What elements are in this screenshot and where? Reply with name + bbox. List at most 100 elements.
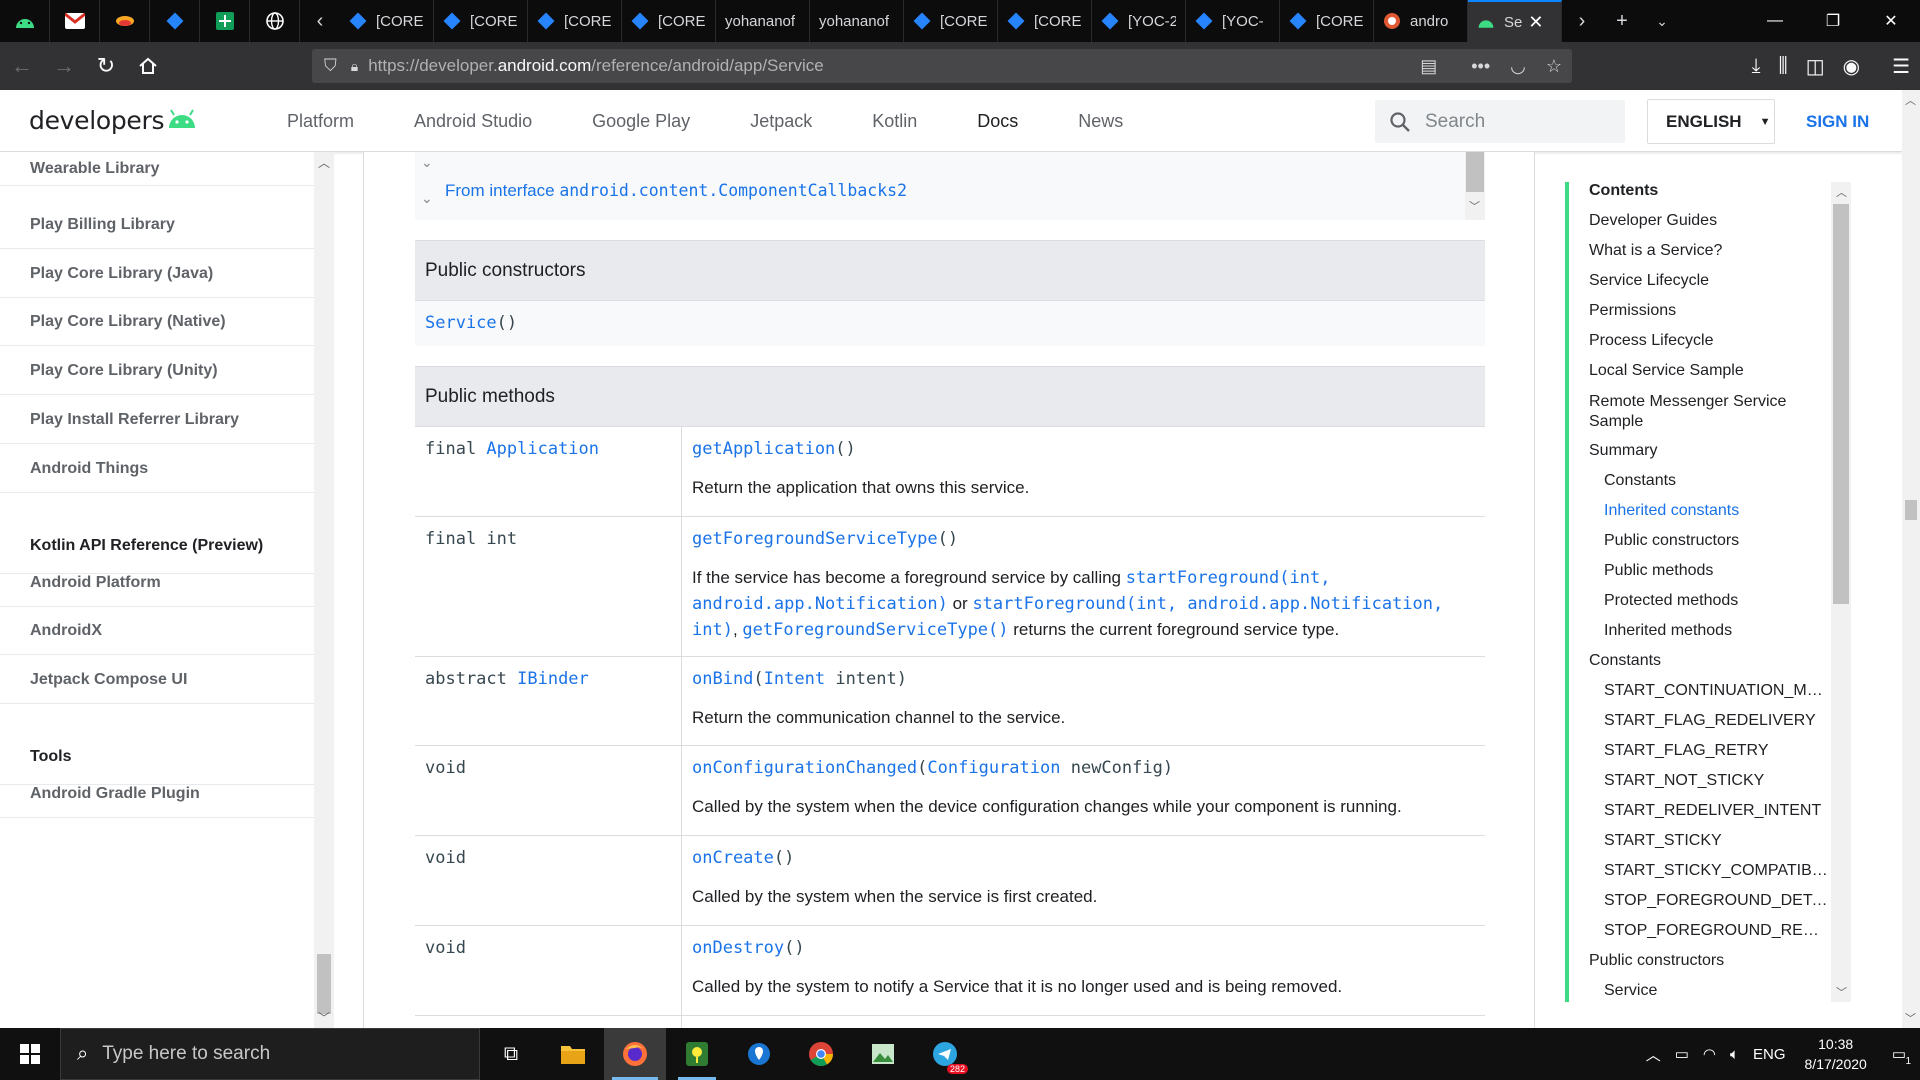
pinned-tab-web[interactable] xyxy=(250,0,300,42)
sidebar-item[interactable]: Play Install Referrer Library xyxy=(0,396,314,444)
sidebar-item[interactable]: Jetpack Compose UI xyxy=(0,656,314,704)
toc-item[interactable]: What is a Service? xyxy=(1589,242,1829,260)
toc-scrollbar[interactable]: ︿ ﹀ xyxy=(1831,182,1851,1002)
constructor-link[interactable]: Service xyxy=(425,313,497,333)
close-tab-icon[interactable]: ✕ xyxy=(1528,12,1543,33)
minimize-button[interactable]: — xyxy=(1746,0,1804,42)
toc-item[interactable]: STOP_FOREGROUND_DETA… xyxy=(1604,892,1829,910)
chevron-up-icon[interactable]: ︿ xyxy=(1646,1044,1661,1065)
sidebar-icon[interactable]: ◫ xyxy=(1806,54,1825,79)
reader-view-icon[interactable]: ▤ xyxy=(1420,56,1437,77)
scrollbar-thumb[interactable] xyxy=(1466,152,1484,192)
method-link[interactable]: getApplication xyxy=(692,439,835,459)
toc-item[interactable]: Public constructors xyxy=(1589,952,1829,970)
site-nav-google-play[interactable]: Google Play xyxy=(592,111,690,132)
type-link[interactable]: Application xyxy=(486,439,599,459)
toc-item[interactable]: Service Lifecycle xyxy=(1589,272,1829,290)
pinned-tab-app[interactable] xyxy=(100,0,150,42)
sign-in-button[interactable]: SIGN IN xyxy=(1806,112,1869,132)
taskbar-app-maps[interactable] xyxy=(666,1028,728,1080)
site-nav-kotlin[interactable]: Kotlin xyxy=(872,111,917,132)
method-link[interactable]: onConfigurationChanged xyxy=(692,758,917,778)
list-all-tabs-button[interactable]: ⌄ xyxy=(1642,0,1682,42)
toc-item[interactable]: START_STICKY_COMPATIBI… xyxy=(1604,862,1829,880)
sidebar-item[interactable]: Android Things xyxy=(0,445,314,493)
back-button[interactable]: ← xyxy=(2,46,42,86)
pinned-tab-android[interactable] xyxy=(0,0,50,42)
method-link[interactable]: onDestroy xyxy=(692,938,784,958)
tab-9[interactable]: [YOC- xyxy=(1186,0,1280,42)
sidebar-item[interactable]: Android Gradle Plugin xyxy=(0,770,314,818)
scroll-up-icon[interactable]: ︿ xyxy=(318,154,330,171)
sidebar-item[interactable]: Play Billing Library xyxy=(0,201,314,249)
site-search-input[interactable]: Search xyxy=(1375,100,1625,143)
shield-icon[interactable]: ⛉ xyxy=(324,56,337,76)
scroll-tabs-left-button[interactable]: ‹ xyxy=(300,0,340,42)
tab-1[interactable]: [CORE xyxy=(434,0,528,42)
url-bar[interactable]: ⛉ 🔒︎ https://developer. android.com/refer… xyxy=(312,49,1572,83)
pinned-tab-jira[interactable] xyxy=(150,0,200,42)
download-icon[interactable]: ⤓ xyxy=(1752,55,1761,78)
battery-icon[interactable]: ▭ xyxy=(1675,1045,1689,1063)
method-link[interactable]: onBind xyxy=(692,669,753,689)
scroll-down-icon[interactable]: ﹀ xyxy=(1836,984,1847,1000)
taskbar-search-box[interactable]: ⌕ Type here to search xyxy=(60,1028,480,1080)
scroll-tabs-right-button[interactable]: › xyxy=(1562,0,1602,42)
taskbar-app-explorer[interactable] xyxy=(542,1028,604,1080)
type-link[interactable]: Configuration xyxy=(927,758,1060,778)
toc-item[interactable]: Service xyxy=(1604,982,1829,1000)
site-nav-platform[interactable]: Platform xyxy=(287,111,354,132)
taskbar-app-firefox[interactable] xyxy=(604,1028,666,1080)
site-logo-text[interactable]: developers xyxy=(29,106,165,135)
taskbar-app-location[interactable] xyxy=(728,1028,790,1080)
toc-item[interactable]: Public constructors xyxy=(1604,532,1829,550)
sidebar-item[interactable]: Android Platform xyxy=(0,559,314,607)
toc-item[interactable]: STOP_FOREGROUND_REMO… xyxy=(1604,922,1829,940)
scrollbar-thumb[interactable] xyxy=(317,954,331,1014)
account-icon[interactable]: ◉ xyxy=(1843,54,1860,79)
toc-item[interactable]: Local Service Sample xyxy=(1589,362,1829,380)
toc-item[interactable]: START_NOT_STICKY xyxy=(1604,772,1829,790)
toc-item[interactable]: Developer Guides xyxy=(1589,212,1829,230)
inherit-box-scrollbar[interactable]: ﹀ xyxy=(1465,152,1485,220)
taskbar-app-chrome[interactable] xyxy=(790,1028,852,1080)
type-link[interactable]: IBinder xyxy=(517,669,589,689)
toc-item[interactable]: START_STICKY xyxy=(1604,832,1829,850)
page-scrollbar[interactable]: ︿ ﹀ xyxy=(1902,90,1920,1028)
sidebar-scrollbar[interactable]: ︿ ﹀ xyxy=(314,152,334,1028)
chevron-down-icon[interactable]: ⌄ xyxy=(421,190,433,207)
sidebar-item[interactable]: AndroidX xyxy=(0,607,314,655)
forward-button[interactable]: → xyxy=(44,46,84,86)
android-logo-icon[interactable] xyxy=(166,109,198,129)
home-button[interactable] xyxy=(128,46,168,86)
scroll-down-icon[interactable]: ﹀ xyxy=(318,1009,330,1026)
scroll-down-icon[interactable]: ﹀ xyxy=(1469,198,1480,214)
toc-item[interactable]: Inherited methods xyxy=(1604,622,1829,640)
site-nav-jetpack[interactable]: Jetpack xyxy=(750,111,812,132)
scrollbar-thumb[interactable] xyxy=(1905,500,1917,520)
pinned-tab-gmail[interactable] xyxy=(50,0,100,42)
tab-4[interactable]: yohananof xyxy=(716,0,810,42)
more-actions-icon[interactable]: ••• xyxy=(1471,56,1490,77)
pocket-icon[interactable]: ◡ xyxy=(1510,56,1526,77)
scroll-up-icon[interactable]: ︿ xyxy=(1836,184,1847,200)
scroll-down-icon[interactable]: ﹀ xyxy=(1905,1010,1916,1026)
input-language[interactable]: ENG xyxy=(1753,1046,1786,1063)
toc-item[interactable]: Remote Messenger Service Sample xyxy=(1589,392,1829,432)
lock-icon[interactable]: 🔒︎ xyxy=(351,58,358,75)
restore-button[interactable]: ❐ xyxy=(1804,0,1862,42)
taskbar-app-telegram[interactable]: 282 xyxy=(914,1028,976,1080)
toc-item[interactable]: Protected methods xyxy=(1604,592,1829,610)
tab-6[interactable]: [CORE xyxy=(904,0,998,42)
action-center-icon[interactable]: ▭ 1 xyxy=(1892,1045,1911,1067)
sidebar-item[interactable]: Play Core Library (Unity) xyxy=(0,347,314,395)
inherit-interface-link[interactable]: android.content.ComponentCallbacks2 xyxy=(559,181,907,200)
tab-3[interactable]: [CORE xyxy=(622,0,716,42)
volume-icon[interactable]: 🔈︎ xyxy=(1730,1046,1739,1063)
pinned-tab-sheets[interactable] xyxy=(200,0,250,42)
close-window-button[interactable]: ✕ xyxy=(1862,0,1920,42)
get-foreground-service-type-link[interactable]: getForegroundServiceType() xyxy=(742,620,1008,640)
sidebar-item[interactable]: Play Core Library (Java) xyxy=(0,250,314,298)
toc-item[interactable]: START_FLAG_REDELIVERY xyxy=(1604,712,1829,730)
method-link[interactable]: getForegroundServiceType xyxy=(692,529,938,549)
